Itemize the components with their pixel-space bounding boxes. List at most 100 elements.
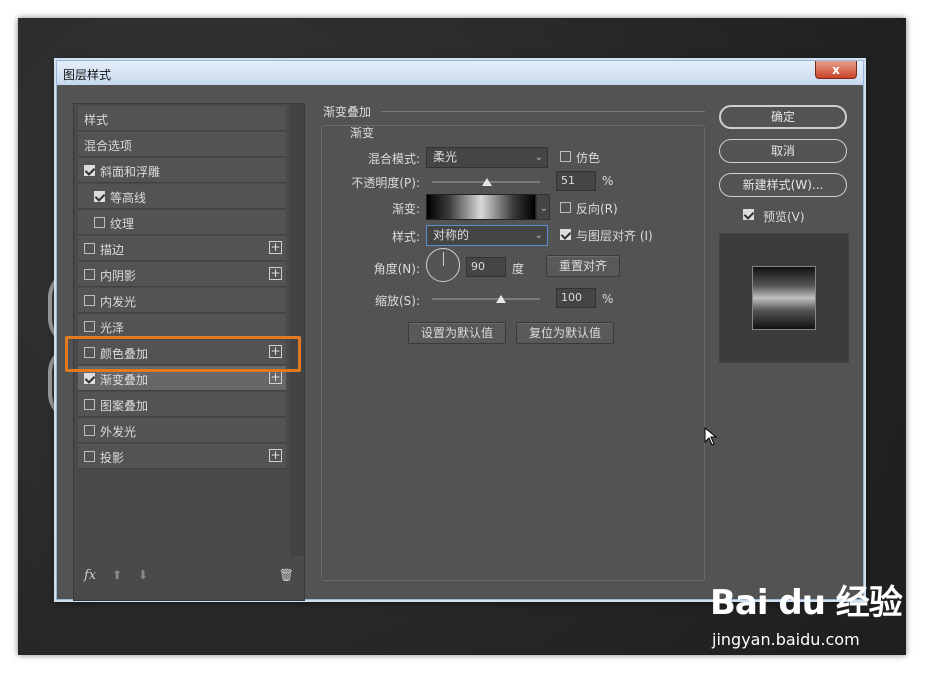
align-with-layer-checkbox[interactable] — [560, 229, 571, 240]
add-icon[interactable]: + — [269, 371, 282, 384]
gradient-picker[interactable] — [426, 194, 536, 220]
blend-mode-value: 柔光 — [433, 150, 458, 164]
new-style-button[interactable]: 新建样式(W)... — [719, 173, 847, 197]
cancel-button[interactable]: 取消 — [719, 139, 847, 163]
sidebar-item-inner-shadow[interactable]: 内阴影 + — [78, 262, 286, 287]
sidebar-item-label: 斜面和浮雕 — [100, 165, 161, 179]
sidebar-item-label: 描边 — [100, 243, 125, 257]
styles-list-scrollbar[interactable] — [290, 104, 304, 556]
angle-input[interactable]: 90 — [466, 257, 506, 277]
sidebar-item-label: 渐变叠加 — [100, 373, 149, 387]
sidebar-item-label: 纹理 — [110, 217, 135, 231]
watermark-url: jingyan.baidu.com — [712, 630, 860, 649]
checkbox[interactable] — [84, 373, 95, 384]
dither-label: 仿色 — [576, 151, 601, 165]
chevron-down-icon: ⌄ — [534, 152, 543, 163]
chevron-down-icon: ⌄ — [539, 203, 548, 214]
style-value: 对称的 — [433, 228, 470, 242]
checkbox[interactable] — [84, 425, 95, 436]
checkbox[interactable] — [84, 451, 95, 462]
add-icon[interactable]: + — [269, 241, 282, 254]
layer-style-dialog: 图层样式 x 样式 混合选项 斜面和浮雕 等高线 纹理 描边 + 内阴影 + 内… — [56, 60, 864, 601]
sidebar-item-bevel-emboss[interactable]: 斜面和浮雕 — [78, 158, 286, 183]
preview-thumbnail — [719, 233, 849, 363]
trash-icon[interactable]: 🗑 — [279, 568, 294, 582]
checkbox[interactable] — [94, 217, 105, 228]
preview-label: 预览(V) — [763, 210, 805, 224]
close-button[interactable]: x — [815, 61, 857, 79]
reverse-checkbox[interactable] — [560, 202, 571, 213]
dialog-titlebar: 图层样式 x — [57, 61, 863, 85]
angle-unit: 度 — [512, 262, 525, 276]
sidebar-item-label: 内发光 — [100, 295, 137, 309]
checkbox[interactable] — [84, 399, 95, 410]
chevron-down-icon: ⌄ — [534, 230, 543, 241]
style-select[interactable]: 对称的 ⌄ — [426, 225, 548, 246]
ok-button[interactable]: 确定 — [719, 105, 847, 129]
scale-label: 缩放(S): — [374, 294, 420, 308]
preview-checkbox[interactable] — [743, 209, 754, 220]
scale-unit: % — [602, 292, 614, 306]
sidebar-item-stroke[interactable]: 描边 + — [78, 236, 286, 261]
gradient-overlay-section: 渐变叠加 渐变 混合模式: 柔光 ⌄ 仿色 不透明度(P): 51 % 渐变: — [321, 103, 707, 601]
divider — [381, 111, 705, 112]
gradient-dropdown[interactable]: ⌄ — [536, 194, 550, 220]
watermark-logo: Bai du 经验 — [710, 583, 903, 623]
sidebar-item-label: 内阴影 — [100, 269, 137, 283]
sidebar-item-label: 外发光 — [100, 425, 137, 439]
checkbox[interactable] — [94, 191, 105, 202]
sidebar-item-drop-shadow[interactable]: 投影 + — [78, 444, 286, 469]
reset-default-button[interactable]: 复位为默认值 — [516, 322, 614, 344]
blend-mode-label: 混合模式: — [367, 152, 420, 166]
close-icon: x — [832, 62, 840, 77]
mouse-cursor-icon — [704, 427, 718, 446]
sidebar-item-label: 投影 — [100, 451, 125, 465]
scale-input[interactable]: 100 — [556, 288, 596, 308]
sidebar-item-label: 样式 — [84, 113, 109, 127]
angle-label: 角度(N): — [373, 262, 420, 276]
group-title: 渐变 — [350, 126, 375, 140]
sidebar-item-label: 等高线 — [110, 191, 147, 205]
add-icon[interactable]: + — [269, 449, 282, 462]
checkbox[interactable] — [84, 295, 95, 306]
blend-mode-select[interactable]: 柔光 ⌄ — [426, 147, 548, 168]
sidebar-item-pattern-overlay[interactable]: 图案叠加 — [78, 392, 286, 417]
opacity-label: 不透明度(P): — [351, 176, 420, 190]
reverse-label: 反向(R) — [576, 202, 618, 216]
preview-swatch — [752, 266, 816, 330]
sidebar-item-blending-options[interactable]: 混合选项 — [78, 132, 286, 157]
reset-alignment-button[interactable]: 重置对齐 — [546, 255, 620, 277]
checkbox[interactable] — [84, 243, 95, 254]
opacity-slider-thumb[interactable] — [482, 178, 493, 186]
move-up-icon[interactable]: ⬆ — [112, 568, 122, 582]
sidebar-item-contour[interactable]: 等高线 — [78, 184, 286, 209]
make-default-button[interactable]: 设置为默认值 — [408, 322, 506, 344]
section-title: 渐变叠加 — [323, 105, 372, 119]
checkbox[interactable] — [84, 165, 95, 176]
sidebar-item-texture[interactable]: 纹理 — [78, 210, 286, 235]
sidebar-item-outer-glow[interactable]: 外发光 — [78, 418, 286, 443]
sidebar-item-label: 混合选项 — [84, 139, 133, 153]
sidebar-item-styles[interactable]: 样式 — [78, 106, 286, 131]
style-label: 样式: — [391, 230, 420, 244]
sidebar-item-label: 光泽 — [100, 321, 125, 335]
sidebar-item-inner-glow[interactable]: 内发光 — [78, 288, 286, 313]
sidebar-item-label: 图案叠加 — [100, 399, 149, 413]
gradient-group: 渐变 混合模式: 柔光 ⌄ 仿色 不透明度(P): 51 % 渐变: ⌄ 反向(… — [321, 125, 705, 581]
dither-checkbox[interactable] — [560, 151, 571, 162]
gradient-label: 渐变: — [391, 202, 420, 216]
styles-footer: fx ⬆ ⬇ 🗑 — [84, 568, 294, 584]
move-down-icon[interactable]: ⬇ — [138, 568, 148, 582]
align-with-layer-label: 与图层对齐 (I) — [576, 229, 653, 243]
add-icon[interactable]: + — [269, 267, 282, 280]
opacity-unit: % — [602, 174, 614, 188]
scale-slider-thumb[interactable] — [496, 295, 507, 303]
opacity-input[interactable]: 51 — [556, 171, 596, 191]
selection-highlight — [65, 336, 301, 372]
angle-dial[interactable] — [426, 248, 460, 282]
checkbox[interactable] — [84, 269, 95, 280]
fx-icon[interactable]: fx — [84, 568, 96, 583]
checkbox[interactable] — [84, 321, 95, 332]
scale-slider[interactable] — [432, 298, 540, 300]
dialog-title: 图层样式 — [63, 68, 112, 82]
